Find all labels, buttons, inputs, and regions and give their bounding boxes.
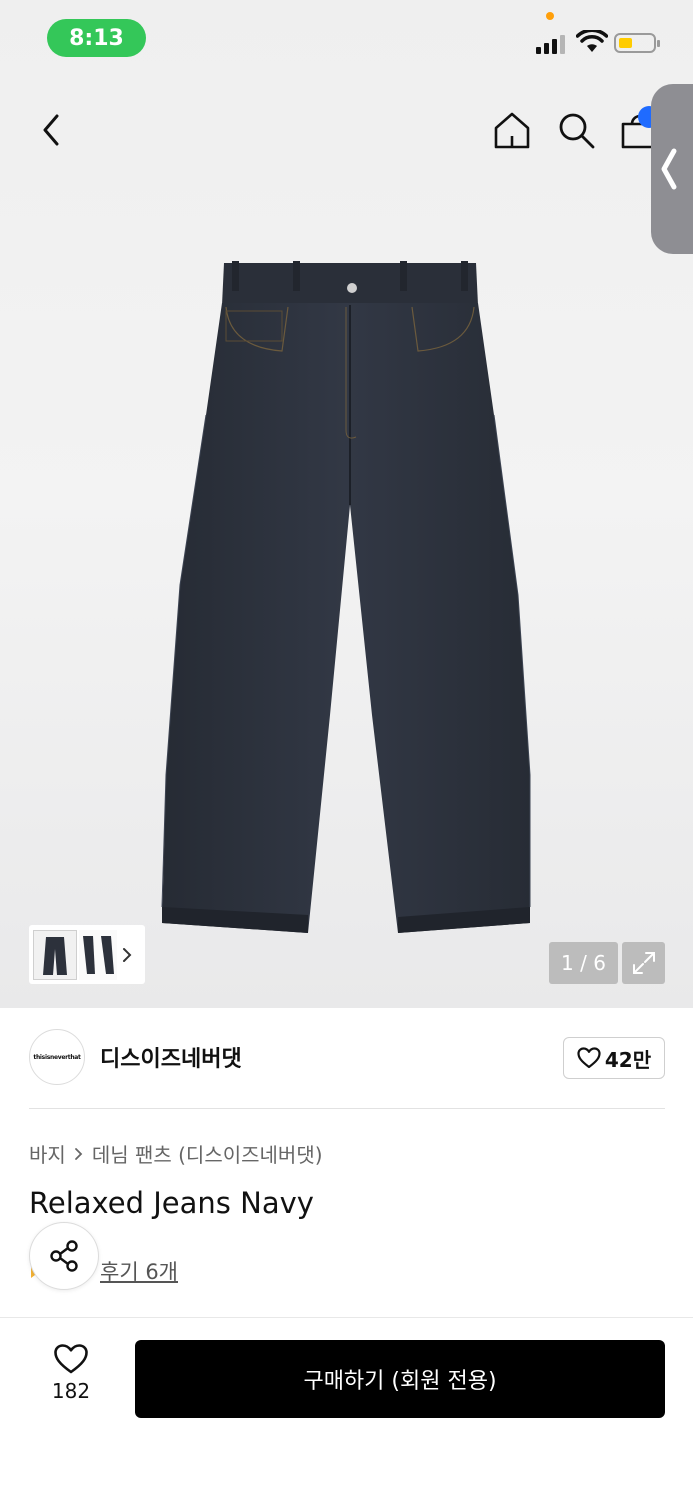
breadcrumb-category[interactable]: 바지 <box>29 1139 66 1168</box>
status-time: 8:13 <box>47 19 146 57</box>
brand-logo[interactable]: thisisneverthat <box>29 1029 85 1085</box>
brand-like-button[interactable]: 42만 <box>563 1037 665 1079</box>
section-divider <box>29 1108 665 1109</box>
reviews-link[interactable]: 후기 6개 <box>100 1256 178 1286</box>
brand-name[interactable]: 디스이즈네버댓 <box>100 1041 242 1073</box>
buy-button[interactable]: 구매하기 (회원 전용) <box>135 1340 665 1418</box>
expand-icon <box>632 952 655 974</box>
product-image <box>161 261 531 933</box>
breadcrumb: 바지 데님 팬츠 (디스이즈네버댓) <box>29 1139 323 1168</box>
thumbnail-front[interactable] <box>33 929 77 980</box>
product-image-gallery[interactable]: 8:13 1 / 6 <box>0 0 693 1008</box>
thumbnail-side[interactable] <box>79 929 117 980</box>
home-button[interactable] <box>492 110 532 150</box>
wishlist-button[interactable]: 182 <box>33 1343 109 1415</box>
heart-icon <box>577 1047 601 1069</box>
wishlist-count: 182 <box>51 1379 91 1403</box>
heart-icon <box>54 1344 88 1374</box>
home-icon <box>494 112 530 149</box>
share-icon <box>50 1240 78 1272</box>
search-button[interactable] <box>556 110 596 150</box>
thumbnail-jeans-side-image <box>83 935 114 974</box>
thumbnail-strip[interactable] <box>29 925 145 984</box>
thumbnail-jeans-front-image <box>43 936 67 975</box>
brand-logo-text: thisisneverthat <box>33 1053 81 1061</box>
chevron-left-icon <box>661 148 677 190</box>
image-page-counter: 1 / 6 <box>549 942 618 984</box>
chevron-right-icon[interactable] <box>121 946 133 964</box>
battery-icon <box>614 33 660 53</box>
cellular-signal-icon <box>536 34 566 54</box>
fullscreen-button[interactable] <box>622 942 665 984</box>
privacy-indicator-dot <box>546 12 554 20</box>
chevron-right-icon <box>74 1147 83 1160</box>
share-button[interactable] <box>29 1222 99 1290</box>
brand-like-count: 42만 <box>604 1047 652 1072</box>
back-button[interactable] <box>34 110 68 150</box>
wifi-icon <box>576 30 608 52</box>
bottom-bar-divider <box>0 1317 693 1318</box>
search-icon <box>559 113 595 149</box>
breadcrumb-subcategory[interactable]: 데님 팬츠 (디스이즈네버댓) <box>92 1139 323 1168</box>
chevron-left-icon <box>43 114 59 146</box>
side-panel-handle[interactable] <box>651 84 693 254</box>
product-title: Relaxed Jeans Navy <box>29 1186 314 1220</box>
